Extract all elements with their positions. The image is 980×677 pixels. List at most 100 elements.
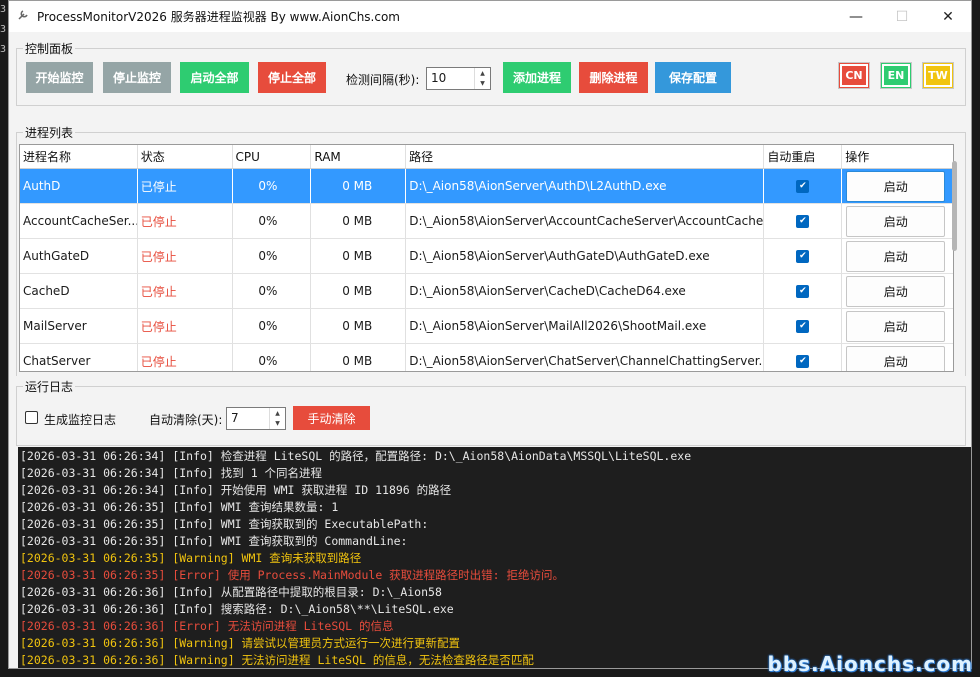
process-table: 进程名称 状态 CPU RAM 路径 自动重启 操作 AuthD 已停止 0% 0 M… xyxy=(19,144,954,372)
manual-clear-button[interactable]: 手动清除 xyxy=(293,406,370,430)
save-config-button[interactable]: 保存配置 xyxy=(655,62,731,93)
table-row[interactable]: AccountCacheSer... 已停止 0% 0 MB D:\_Aion58\Ai… xyxy=(20,204,953,239)
title-bar[interactable]: ProcessMonitorV2026 服务器进程监视器 By www.Aion… xyxy=(9,1,971,32)
col-header-path[interactable]: 路径 xyxy=(406,145,765,168)
process-list-legend: 进程列表 xyxy=(23,124,76,141)
table-row[interactable]: AuthGateD 已停止 0% 0 MB D:\_Aion58\AionServer\… xyxy=(20,239,953,274)
auto-clear-stepper[interactable]: 7 ▲ ▼ xyxy=(226,407,286,430)
action-cell: 启动 xyxy=(842,204,953,238)
start-process-button[interactable]: 启动 xyxy=(846,170,946,202)
delete-process-button[interactable]: 删除进程 xyxy=(579,62,648,93)
app-icon xyxy=(9,9,31,24)
stepper-up-icon[interactable]: ▲ xyxy=(270,408,285,419)
stepper-up-icon[interactable]: ▲ xyxy=(475,68,490,79)
col-header-cpu[interactable]: CPU xyxy=(233,145,312,168)
log-line: [2026-03-31 06:26:36] [Info] 搜索路径: D:\_A… xyxy=(20,602,454,616)
status-cell: 已停止 xyxy=(138,344,233,371)
process-name-cell: MailServer xyxy=(20,309,138,343)
app-window: ProcessMonitorV2026 服务器进程监视器 By www.Aion… xyxy=(8,0,972,669)
auto-clear-value[interactable]: 7 xyxy=(227,408,269,429)
log-line: [2026-03-31 06:26:35] [Warning] WMI 查询未获… xyxy=(20,551,362,565)
control-panel-legend: 控制面板 xyxy=(23,40,76,57)
path-cell: D:\_Aion58\AionServer\ChatServer\Channel… xyxy=(406,344,765,371)
table-row[interactable]: MailServer 已停止 0% 0 MB D:\_Aion58\AionServer… xyxy=(20,309,953,344)
table-row[interactable]: CacheD 已停止 0% 0 MB D:\_Aion58\AionServer\Cac… xyxy=(20,274,953,309)
cpu-cell: 0% xyxy=(233,344,312,371)
cpu-cell: 0% xyxy=(233,204,312,238)
action-cell: 启动 xyxy=(842,239,953,273)
status-cell: 已停止 xyxy=(138,309,233,343)
col-header-ram[interactable]: RAM xyxy=(311,145,407,168)
auto-clear-label: 自动清除(天): xyxy=(149,413,223,427)
path-cell: D:\_Aion58\AionServer\AccountCacheServer… xyxy=(406,204,765,238)
auto-restart-checkbox[interactable]: ✔ xyxy=(796,179,810,193)
generate-log-checkbox[interactable] xyxy=(25,411,38,424)
cpu-cell: 0% xyxy=(233,309,312,343)
close-button[interactable]: ✕ xyxy=(925,1,971,32)
stepper-down-icon[interactable]: ▼ xyxy=(475,79,490,90)
cpu-cell: 0% xyxy=(233,274,312,308)
auto-restart-checkbox[interactable]: ✔ xyxy=(796,249,810,263)
process-name-cell: ChatServer xyxy=(20,344,138,371)
auto-restart-cell: ✔ xyxy=(764,309,843,343)
col-header-name[interactable]: 进程名称 xyxy=(20,145,138,168)
lang-cn-button[interactable]: CN xyxy=(838,62,870,89)
watermark: bbs.Aionchs.com xyxy=(767,652,973,676)
status-cell: 已停止 xyxy=(138,204,233,238)
auto-restart-checkbox[interactable]: ✔ xyxy=(796,319,810,333)
auto-restart-cell: ✔ xyxy=(764,274,843,308)
ram-cell: 0 MB xyxy=(311,309,407,343)
path-cell: D:\_Aion58\AionServer\AuthD\L2AuthD.exe xyxy=(406,169,765,203)
generate-log-label[interactable]: 生成监控日志 xyxy=(44,411,116,428)
log-line: [2026-03-31 06:26:35] [Info] WMI 查询结果数量:… xyxy=(20,500,339,514)
run-log-legend: 运行日志 xyxy=(23,378,76,395)
table-row[interactable]: ChatServer 已停止 0% 0 MB D:\_Aion58\AionServer… xyxy=(20,344,953,371)
minimize-button[interactable]: — xyxy=(833,1,879,32)
status-cell: 已停止 xyxy=(138,274,233,308)
path-cell: D:\_Aion58\AionServer\MailAll2026\ShootM… xyxy=(406,309,765,343)
stepper-down-icon[interactable]: ▼ xyxy=(270,419,285,430)
lang-tw-button[interactable]: TW xyxy=(922,62,954,89)
stop-monitor-button[interactable]: 停止监控 xyxy=(103,62,171,93)
add-process-button[interactable]: 添加进程 xyxy=(503,62,571,93)
ram-cell: 0 MB xyxy=(311,204,407,238)
auto-restart-checkbox[interactable]: ✔ xyxy=(796,354,810,368)
interval-label: 检测间隔(秒): xyxy=(346,73,420,87)
log-line: [2026-03-31 06:26:34] [Info] 找到 1 个同名进程 xyxy=(20,466,323,480)
log-line: [2026-03-31 06:26:36] [Warning] 请尝试以管理员方… xyxy=(20,636,461,650)
action-cell: 启动 xyxy=(842,274,953,308)
col-header-auto-restart[interactable]: 自动重启 xyxy=(764,145,843,168)
start-process-button[interactable]: 启动 xyxy=(846,275,946,307)
auto-restart-cell: ✔ xyxy=(764,169,843,203)
auto-restart-checkbox[interactable]: ✔ xyxy=(796,214,810,228)
start-all-button[interactable]: 启动全部 xyxy=(180,62,249,93)
log-line: [2026-03-31 06:26:36] [Error] 无法访问进程 Lit… xyxy=(20,619,394,633)
process-name-cell: AuthGateD xyxy=(20,239,138,273)
log-output[interactable]: [2026-03-31 06:26:34] [Info] 检查进程 LiteSQ… xyxy=(18,447,971,668)
process-name-cell: AccountCacheSer... xyxy=(20,204,138,238)
action-cell: 启动 xyxy=(842,344,953,371)
stop-all-button[interactable]: 停止全部 xyxy=(258,62,326,93)
ram-cell: 0 MB xyxy=(311,274,407,308)
interval-stepper[interactable]: 10 ▲ ▼ xyxy=(426,67,491,90)
log-line: [2026-03-31 06:26:35] [Info] WMI 查询获取到的 … xyxy=(20,517,429,531)
auto-restart-cell: ✔ xyxy=(764,344,843,371)
start-process-button[interactable]: 启动 xyxy=(846,240,946,272)
auto-restart-checkbox[interactable]: ✔ xyxy=(796,284,810,298)
table-scrollbar[interactable] xyxy=(952,161,957,251)
col-header-status[interactable]: 状态 xyxy=(138,145,233,168)
lang-en-button[interactable]: EN xyxy=(880,62,912,89)
window-title: ProcessMonitorV2026 服务器进程监视器 By www.Aion… xyxy=(37,10,400,24)
table-row[interactable]: AuthD 已停止 0% 0 MB D:\_Aion58\AionServer\Auth… xyxy=(20,169,953,204)
col-header-action[interactable]: 操作 xyxy=(842,145,953,168)
start-process-button[interactable]: 启动 xyxy=(846,345,946,371)
start-monitor-button[interactable]: 开始监控 xyxy=(26,62,93,93)
interval-value[interactable]: 10 xyxy=(427,68,474,89)
process-name-cell: CacheD xyxy=(20,274,138,308)
ram-cell: 0 MB xyxy=(311,344,407,371)
start-process-button[interactable]: 启动 xyxy=(846,310,946,342)
auto-restart-cell: ✔ xyxy=(764,239,843,273)
status-cell: 已停止 xyxy=(138,239,233,273)
cpu-cell: 0% xyxy=(233,169,312,203)
start-process-button[interactable]: 启动 xyxy=(846,205,946,237)
